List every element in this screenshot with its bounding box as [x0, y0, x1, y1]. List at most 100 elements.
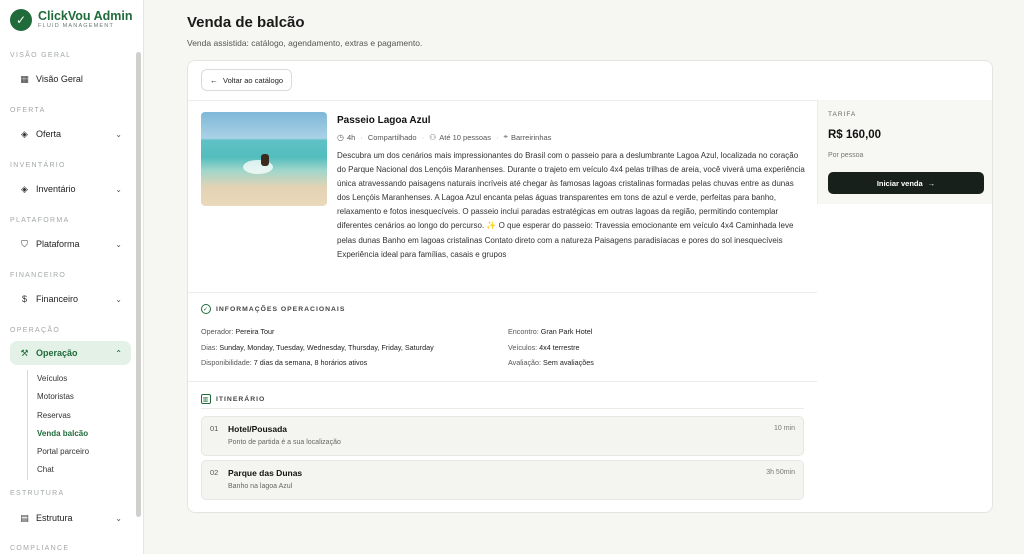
wrench-icon: ⚒	[20, 347, 29, 358]
divider	[188, 381, 817, 382]
sidebar-item-financeiro[interactable]: $ Financeiro ⌄	[10, 287, 131, 311]
dollar-icon: $	[21, 294, 27, 304]
sidebar-item-plataforma[interactable]: ⛉ Plataforma ⌄	[10, 232, 131, 256]
map-icon: ▥	[201, 394, 211, 404]
back-button-label: Voltar ao catálogo	[223, 75, 284, 85]
itinerary-heading: ▥ ITINERÁRIO	[201, 394, 265, 404]
chevron-down-icon: ⌄	[115, 513, 122, 523]
chevron-down-icon: ⌄	[115, 239, 122, 249]
chevron-down-icon: ⌄	[115, 184, 122, 194]
brand-name: ClickVou Admin	[38, 9, 133, 23]
stop-note: Ponto de partida é a sua localização	[228, 439, 341, 446]
tour-meta: ◷ 4h · Compartilhado · ⚇ Até 10 pessoas …	[337, 132, 551, 142]
tour-type: Compartilhado	[367, 132, 417, 142]
itinerary-stop: 01 Hotel/Pousada Ponto de partida é a su…	[201, 416, 804, 456]
info-value: Pereira Tour	[235, 327, 275, 336]
tariff-price: R$ 160,00	[828, 129, 882, 141]
page-subtitle: Venda assistida: catálogo, agendamento, …	[187, 38, 423, 48]
stop-duration: 3h 50min	[766, 469, 795, 476]
tariff-per: Por pessoa	[828, 152, 864, 159]
sidebar-subitem-veiculos[interactable]: Veículos	[37, 370, 89, 388]
nav-section-visao-geral: VISÃO GERAL	[10, 52, 72, 59]
nav-section-oferta: OFERTA	[10, 107, 46, 114]
brand[interactable]: ✓ ClickVou Admin FLUID MANAGEMENT	[0, 0, 143, 40]
sidebar-item-label: Plataforma	[36, 239, 80, 249]
nav-section-plataforma: PLATAFORMA	[10, 217, 70, 224]
sidebar-item-operacao[interactable]: ⚒ Operação ⌃	[10, 341, 131, 365]
tour-photo	[201, 112, 327, 206]
meta-separator: ·	[495, 132, 499, 142]
meta-separator: ·	[360, 132, 363, 142]
tour-detail-card: ← Voltar ao catálogo Passeio Lagoa Azul …	[187, 60, 993, 513]
tour-duration: 4h	[346, 132, 356, 142]
ops-info-title: INFORMAÇÕES OPERACIONAIS	[216, 305, 346, 313]
stop-name: Hotel/Pousada	[228, 424, 288, 434]
sidebar-subitem-venda-balcao[interactable]: Venda balcão	[37, 425, 89, 443]
sidebar-item-label: Visão Geral	[36, 74, 83, 84]
nav-section-estrutura: ESTRUTURA	[10, 490, 65, 497]
info-operator: Operador: Pereira Tour	[201, 327, 274, 336]
start-sale-button[interactable]: Iniciar venda →	[828, 172, 984, 194]
tour-location: Barreirinhas	[511, 132, 552, 142]
chevron-up-icon: ⌃	[115, 348, 122, 358]
map-pin-icon: ⌖	[503, 132, 508, 141]
stop-duration: 10 min	[773, 425, 795, 432]
sidebar-subitem-reservas[interactable]: Reservas	[37, 407, 89, 425]
tariff-label: TARIFA	[828, 111, 857, 118]
chevron-down-icon: ⌄	[115, 294, 122, 304]
sidebar-item-visao-geral[interactable]: ▦ Visão Geral	[10, 67, 131, 91]
clock-icon: ◷	[337, 132, 344, 142]
sidebar-item-label: Financeiro	[36, 294, 79, 304]
nav-section-compliance: COMPLIANCE	[10, 545, 70, 552]
nav-section-inventario: INVENTÁRIO	[10, 162, 66, 169]
chevron-down-icon: ⌄	[115, 129, 122, 139]
shield-icon: ⛉	[21, 238, 28, 249]
sidebar-item-label: Oferta	[36, 129, 62, 139]
info-rating: Avaliação: Sem avaliações	[508, 358, 594, 367]
info-availability: Disponibilidade: 7 dias da semana, 8 hor…	[201, 358, 367, 367]
nav-section-operacao: OPERAÇÃO	[10, 327, 61, 334]
tour-description: Descubra um dos cenários mais impression…	[337, 151, 805, 259]
itinerary-stop: 02 Parque das Dunas Banho na lagoa Azul …	[201, 460, 804, 500]
operacao-submenu: Veículos Motoristas Reservas Venda balcã…	[27, 370, 89, 480]
info-label: Avaliação:	[508, 358, 542, 367]
stop-number: 01	[210, 424, 219, 433]
stop-number: 02	[210, 468, 219, 477]
sidebar-scrollbar[interactable]	[136, 52, 141, 517]
brand-logo-icon: ✓	[10, 9, 32, 31]
info-value: Gran Park Hotel	[540, 327, 593, 336]
ops-info-heading: ✓ INFORMAÇÕES OPERACIONAIS	[201, 304, 345, 314]
info-label: Disponibilidade:	[201, 358, 252, 367]
back-to-catalog-button[interactable]: ← Voltar ao catálogo	[201, 69, 293, 91]
info-meeting: Encontro: Gran Park Hotel	[508, 327, 592, 336]
info-value: Sunday, Monday, Tuesday, Wednesday, Thur…	[219, 343, 434, 352]
info-label: Encontro:	[508, 327, 539, 336]
sidebar-item-label: Inventário	[36, 184, 76, 194]
itinerary-title: ITINERÁRIO	[216, 395, 266, 403]
stop-note: Banho na lagoa Azul	[228, 483, 293, 490]
sidebar-subitem-motoristas[interactable]: Motoristas	[37, 388, 89, 406]
tour-title: Passeio Lagoa Azul	[337, 115, 431, 126]
sidebar-item-inventario[interactable]: ◈ Inventário ⌄	[10, 177, 131, 201]
photo-person	[261, 154, 269, 166]
tag-icon: ◈	[21, 183, 28, 194]
nav-section-financeiro: FINANCEIRO	[10, 272, 67, 279]
users-icon: ⚇	[429, 132, 437, 142]
page-title: Venda de balcão	[187, 14, 305, 31]
arrow-right-icon: →	[927, 178, 936, 188]
sidebar-item-oferta[interactable]: ◈ Oferta ⌄	[10, 122, 131, 146]
divider	[201, 408, 804, 409]
info-label: Operador:	[201, 327, 234, 336]
grid-icon: ▦	[20, 73, 29, 84]
info-value: 4x4 terrestre	[539, 343, 580, 352]
sidebar-subitem-chat[interactable]: Chat	[37, 461, 89, 479]
tag-icon: ◈	[21, 128, 28, 139]
sidebar-item-estrutura[interactable]: ▤ Estrutura ⌄	[10, 506, 131, 530]
brand-tagline: FLUID MANAGEMENT	[38, 23, 115, 29]
info-label: Veículos:	[508, 343, 538, 352]
stop-name: Parque das Dunas	[228, 468, 303, 478]
info-value: Sem avaliações	[543, 358, 594, 367]
arrow-left-icon: ←	[210, 75, 218, 85]
sidebar-subitem-portal-parceiro[interactable]: Portal parceiro	[37, 443, 89, 461]
info-vehicles: Veículos: 4x4 terrestre	[508, 343, 580, 352]
